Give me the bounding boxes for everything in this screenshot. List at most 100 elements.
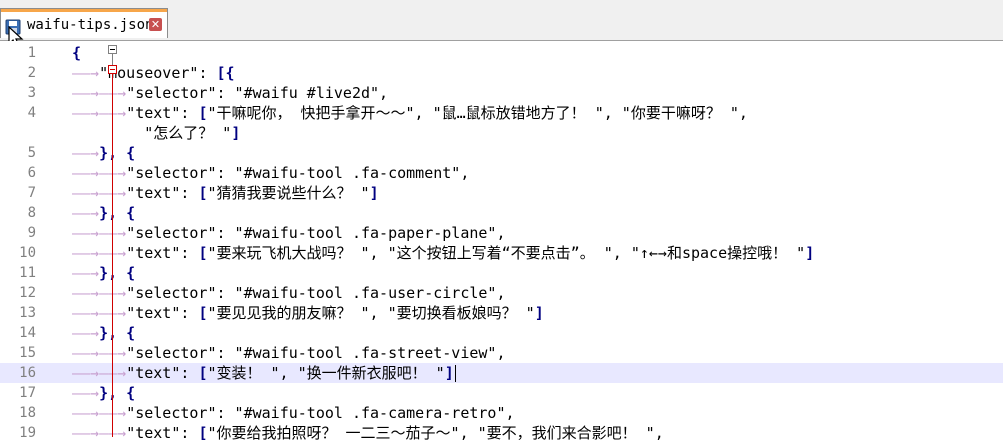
code-text: {: [72, 43, 81, 63]
text-token: "text": [126, 364, 181, 382]
code-line[interactable]: 16 ——→——→"text": ["变装！ ", "换一件新衣服吧！ "]: [0, 363, 1003, 383]
code-text: ——→}, {: [72, 263, 135, 283]
code-line[interactable]: 6 ——→——→"selector": "#waifu-tool .fa-comm…: [0, 163, 1003, 183]
fold-margin: [52, 41, 117, 437]
line-number: 7: [27, 185, 36, 201]
code-text: ——→——→"text": ["变装！ ", "换一件新衣服吧！ "]: [72, 363, 456, 383]
code-text: ——→——→"selector": "#waifu-tool .fa-paper…: [72, 223, 505, 243]
code-text: ——→——→"selector": "#waifu-tool .fa-stree…: [72, 343, 505, 363]
bracket-token: ]: [444, 364, 454, 382]
text-token: : "#waifu-tool .fa-street-view",: [216, 344, 506, 362]
code-text: ——→——→"selector": "#waifu #live2d",: [72, 83, 388, 103]
tab-active-indicator: [1, 9, 167, 12]
bracket-token: ]: [231, 124, 241, 142]
tab-arrow-glyph: ——→——→: [72, 244, 127, 262]
line-number: 6: [27, 165, 36, 181]
tab-arrow-glyph: ——→: [72, 324, 100, 342]
tab-arrow-glyph: ——→——→: [72, 404, 127, 422]
code-text: ——→}, {: [72, 203, 135, 223]
text-token: "selector": [126, 344, 217, 362]
code-line[interactable]: 10 ——→——→"text": ["要来玩飞机大战吗？ ", "这个按钮上写着“…: [0, 243, 1003, 263]
text-token: :: [180, 304, 199, 322]
code-text: ——→——→"text": ["要来玩飞机大战吗？ ", "这个按钮上写着“不要…: [72, 243, 814, 263]
tab-arrow-glyph: ——→——→: [72, 424, 127, 442]
tab-arrow-glyph: ——→: [72, 144, 100, 162]
text-token: "selector": [126, 224, 217, 242]
text-token: "text": [126, 104, 181, 122]
tab-bar: waifu-tips.json ✕: [0, 0, 1003, 41]
bracket-token: ]: [805, 244, 815, 262]
line-number: 13: [19, 305, 36, 321]
fold-toggle-icon-active[interactable]: [108, 65, 117, 74]
code-line[interactable]: 7 ——→——→"text": ["猜猜我要说些什么？ "]: [0, 183, 1003, 203]
bracket-token: }, {: [99, 264, 136, 282]
code-text: ——→——→"text": ["干嘛呢你， 快把手拿开～～", "鼠…鼠标放错地…: [72, 103, 748, 123]
line-number: 2: [27, 65, 36, 81]
line-number: 5: [27, 145, 36, 161]
text-token: "selector": [126, 284, 217, 302]
code-line[interactable]: 14 ——→}, {: [0, 323, 1003, 343]
bracket-token: }, {: [99, 204, 136, 222]
line-number: 14: [19, 325, 36, 341]
text-token: "selector": [126, 404, 217, 422]
tab-arrow-glyph: ——→——→: [72, 84, 127, 102]
text-token: : "#waifu-tool .fa-camera-retro",: [216, 404, 515, 422]
code-line[interactable]: 19 ——→——→"text": ["你要给我拍照呀？ 一二三～茄子～", "要不…: [0, 423, 1003, 443]
code-text: ——→}, {: [72, 323, 135, 343]
code-text: ——→——→"text": ["要见见我的朋友嘛？ ", "要切换看板娘吗？ "…: [72, 303, 544, 323]
line-number: 19: [19, 425, 36, 441]
code-line[interactable]: 5 ——→}, {: [0, 143, 1003, 163]
text-caret: [454, 365, 456, 382]
close-icon[interactable]: ✕: [149, 18, 162, 31]
line-number: 17: [19, 385, 36, 401]
code-editor[interactable]: 1{ 2 ——→"mouseover": [{3 ——→——→"selector": …: [0, 41, 1003, 442]
bracket-token: {: [72, 44, 82, 62]
text-token: "要来玩飞机大战吗？ ", "这个按钮上写着“不要点击”。 ", "↑←→和sp…: [207, 244, 806, 262]
text-token: "要见见我的朋友嘛？ ", "要切换看板娘吗？ ": [207, 304, 535, 322]
text-token: "干嘛呢你， 快把手拿开～～", "鼠…鼠标放错地方了！ ", "你要干嘛呀？ …: [207, 104, 748, 122]
line-number: 18: [19, 405, 36, 421]
tab-arrow-glyph: ——→——→: [72, 284, 127, 302]
text-token: "变装！ ", "换一件新衣服吧！ ": [207, 364, 445, 382]
code-text: ——→}, {: [72, 143, 135, 163]
code-line[interactable]: 8 ——→}, {: [0, 203, 1003, 223]
text-token: "text": [126, 424, 181, 442]
code-line[interactable]: 17 ——→}, {: [0, 383, 1003, 403]
tab-arrow-glyph: ——→——→: [72, 164, 127, 182]
text-token: "selector": [126, 84, 217, 102]
text-token: "你要给我拍照呀？ 一二三～茄子～", "要不，我们来合影吧！ ",: [207, 424, 664, 442]
tab-arrow-glyph: ——→——→: [72, 304, 127, 322]
line-number: 11: [19, 265, 36, 281]
tab-arrow-glyph: ——→——→: [72, 364, 127, 382]
text-token: :: [198, 64, 217, 82]
code-line[interactable]: 4 ——→——→"text": ["干嘛呢你， 快把手拿开～～", "鼠…鼠标放错…: [0, 103, 1003, 123]
code-line[interactable]: 15 ——→——→"selector": "#waifu-tool .fa-str…: [0, 343, 1003, 363]
text-token: :: [180, 184, 199, 202]
text-token: "text": [126, 244, 181, 262]
text-token: :: [180, 104, 199, 122]
code-line[interactable]: 2 ——→"mouseover": [{: [0, 63, 1003, 83]
code-text: ——→"mouseover": [{: [72, 63, 235, 83]
text-token: "text": [126, 184, 181, 202]
code-text: ——→——→"text": ["猜猜我要说些什么？ "]: [72, 183, 379, 203]
text-token: :: [180, 424, 199, 442]
tab-arrow-glyph: ——→: [72, 204, 100, 222]
code-line[interactable]: 3 ——→——→"selector": "#waifu #live2d",: [0, 83, 1003, 103]
code-line[interactable]: 18 ——→——→"selector": "#waifu-tool .fa-cam…: [0, 403, 1003, 423]
line-number: 16: [19, 365, 36, 381]
text-token: :: [180, 364, 199, 382]
text-token: : "#waifu-tool .fa-comment",: [216, 164, 470, 182]
bracket-token: ]: [534, 304, 544, 322]
code-text: ——→——→"selector": "#waifu-tool .fa-user-…: [72, 283, 505, 303]
code-line[interactable]: 11 ——→}, {: [0, 263, 1003, 283]
code-line[interactable]: "怎么了？ "]: [0, 123, 1003, 143]
text-token: :: [180, 244, 199, 262]
code-text: ——→——→"text": ["你要给我拍照呀？ 一二三～茄子～", "要不，我…: [72, 423, 664, 443]
fold-toggle-icon[interactable]: [108, 45, 117, 54]
code-line[interactable]: 12 ——→——→"selector": "#waifu-tool .fa-use…: [0, 283, 1003, 303]
code-line[interactable]: 13 ——→——→"text": ["要见见我的朋友嘛？ ", "要切换看板娘吗？…: [0, 303, 1003, 323]
line-number: 9: [27, 225, 36, 241]
code-line[interactable]: 1{: [0, 43, 1003, 63]
tab-arrow-glyph: ——→——→: [72, 104, 127, 122]
code-line[interactable]: 9 ——→——→"selector": "#waifu-tool .fa-pape…: [0, 223, 1003, 243]
